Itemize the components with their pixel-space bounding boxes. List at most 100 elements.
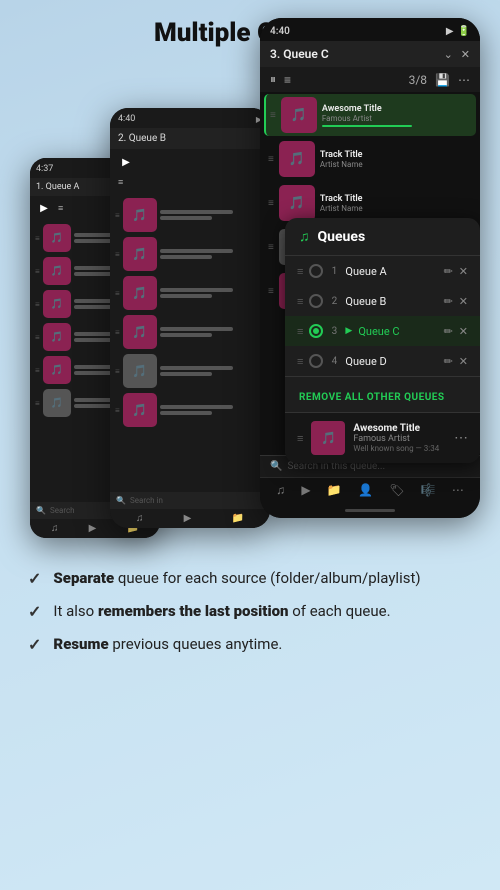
- feature-text-1: Separate queue for each source (folder/a…: [53, 568, 420, 589]
- pause-button[interactable]: ⏸: [270, 72, 276, 87]
- queue-icon-nav[interactable]: ♫: [276, 483, 285, 497]
- track-thumb: 🎵: [43, 257, 71, 285]
- track-artist: Artist Name: [320, 160, 472, 169]
- drag-icon: ≡: [268, 154, 274, 165]
- folder-icon-nav[interactable]: 📁: [327, 483, 342, 497]
- search-text-p2: Search in: [130, 496, 163, 505]
- queue-name-1: Queue A: [345, 265, 437, 278]
- now-playing-thumb: 🎵: [311, 421, 345, 455]
- p3-top-bar: 4:40 ▶ 🔋: [260, 18, 480, 41]
- list-icon-p1: ≡: [58, 203, 63, 214]
- queues-popup-header: ♫ Queues: [285, 218, 480, 256]
- track-thumb: 🎵: [43, 224, 71, 252]
- track-row: ≡ 🎵: [112, 391, 268, 429]
- track-row: ≡ 🎵: [112, 274, 268, 312]
- queue-name-4: Queue D: [345, 355, 437, 368]
- queue-radio-1[interactable]: [309, 264, 323, 278]
- track-thumb: 🎵: [43, 389, 71, 417]
- tag-icon-nav[interactable]: 🏷: [389, 483, 404, 497]
- track-thumb: 🎵: [123, 198, 157, 232]
- track-artist: Famous Artist: [322, 114, 472, 123]
- folder-nav-icon[interactable]: 📁: [231, 513, 243, 524]
- drag-icon: ≡: [115, 250, 120, 259]
- drag-icon: ≡: [268, 286, 274, 297]
- check-icon-3: ✓: [28, 635, 41, 654]
- track-thumb: 🎵: [123, 354, 157, 388]
- track-row: ≡ 🎵 Track Title Artist Name: [264, 138, 476, 180]
- phone3-queue-name: 3. Queue C: [270, 47, 329, 61]
- edit-icon-2[interactable]: ✏: [444, 295, 453, 308]
- track-thumb: 🎵: [279, 141, 315, 177]
- track-thumb: 🎵: [123, 315, 157, 349]
- queue-radio-4[interactable]: [309, 354, 323, 368]
- drag-icon: ≡: [115, 406, 120, 415]
- search-bar-p2[interactable]: 🔍 Search in: [110, 492, 270, 509]
- person-icon-nav[interactable]: 👤: [358, 483, 373, 497]
- drag-icon: ≡: [297, 295, 303, 308]
- more-options-icon[interactable]: ⋯: [454, 430, 468, 446]
- remove-icon-2[interactable]: ✕: [459, 295, 468, 308]
- search-icon-p1: 🔍: [36, 506, 46, 515]
- edit-icon-4[interactable]: ✏: [444, 355, 453, 368]
- search-icon-p2: 🔍: [116, 496, 126, 505]
- remove-icon-4[interactable]: ✕: [459, 355, 468, 368]
- track-title: Track Title: [320, 150, 472, 160]
- phone1-queue-label: 1. Queue A: [36, 182, 79, 192]
- drag-icon: ≡: [35, 333, 40, 342]
- play-button-p1[interactable]: ▶: [36, 200, 52, 216]
- dropdown-icon[interactable]: ⌄: [444, 48, 453, 61]
- more-icon[interactable]: ⋯: [458, 73, 470, 87]
- drag-icon: ≡: [297, 432, 303, 445]
- queue-name-3: Queue C: [358, 325, 437, 338]
- play-icon-nav[interactable]: ▶: [301, 483, 310, 497]
- phone-2: 4:40 ▶ 2. Queue B ▶ ≡ ≡ 🎵 ≡ 🎵: [110, 108, 270, 528]
- remove-icon-3[interactable]: ✕: [459, 325, 468, 338]
- phone2-queue-label: 2. Queue B: [118, 133, 166, 144]
- save-icon[interactable]: 💾: [435, 73, 450, 87]
- queue-item-3[interactable]: ≡ 3 ▶ Queue C ✏ ✕: [285, 316, 480, 346]
- track-count: 3/8: [299, 73, 427, 87]
- edit-icon-3[interactable]: ✏: [444, 325, 453, 338]
- remove-all-button[interactable]: REMOVE ALL OTHER QUEUES: [285, 376, 480, 413]
- play-nav-icon[interactable]: ▶: [89, 523, 97, 534]
- queue-item-4[interactable]: ≡ 4 Queue D ✏ ✕: [285, 346, 480, 376]
- battery-icon: 🔋: [458, 26, 470, 37]
- music-icon-nav[interactable]: 🎼: [421, 483, 436, 497]
- drag-icon: ≡: [270, 110, 276, 121]
- track-artist: Artist Name: [320, 204, 472, 213]
- queue-radio-3[interactable]: [309, 324, 323, 338]
- playing-icon: ▶: [345, 326, 352, 336]
- close-icon[interactable]: ✕: [461, 48, 470, 61]
- queue-num-4: 4: [329, 356, 339, 367]
- queue-nav-icon[interactable]: ♫: [51, 523, 59, 534]
- track-title: Awesome Title: [322, 104, 472, 114]
- edit-icon-1[interactable]: ✏: [444, 265, 453, 278]
- queue-nav-icon[interactable]: ♫: [136, 513, 144, 524]
- queue-radio-2[interactable]: [309, 294, 323, 308]
- drag-icon: ≡: [35, 300, 40, 309]
- queue-num-3: 3: [329, 326, 339, 337]
- p3-queue-bar: 3. Queue C ⌄ ✕: [260, 41, 480, 67]
- queue-item-2[interactable]: ≡ 2 Queue B ✏ ✕: [285, 286, 480, 316]
- remove-icon-1[interactable]: ✕: [459, 265, 468, 278]
- play-nav-icon[interactable]: ▶: [184, 513, 192, 524]
- queue-item-1[interactable]: ≡ 1 Queue A ✏ ✕: [285, 256, 480, 286]
- check-icon-1: ✓: [28, 569, 41, 588]
- track-thumb: 🎵: [43, 356, 71, 384]
- track-thumb: 🎵: [123, 237, 157, 271]
- more-icon-nav[interactable]: ⋯: [452, 483, 464, 497]
- track-thumb: 🎵: [43, 323, 71, 351]
- play-button-p2[interactable]: ▶: [118, 154, 134, 170]
- now-playing-row: ≡ 🎵 Awesome Title Famous Artist Well kno…: [285, 413, 480, 463]
- drag-icon: ≡: [115, 211, 120, 220]
- feature-text-3: Resume previous queues anytime.: [53, 634, 282, 655]
- track-thumb-active: 🎵: [281, 97, 317, 133]
- sort-icon[interactable]: ≡: [284, 73, 291, 87]
- home-indicator: [260, 502, 480, 518]
- drag-icon: ≡: [115, 328, 120, 337]
- phone2-time: 4:40: [118, 114, 135, 124]
- drag-icon: ≡: [115, 367, 120, 376]
- track-thumb: 🎵: [43, 290, 71, 318]
- phone3-time: 4:40: [270, 26, 290, 37]
- now-playing-artist: Famous Artist: [353, 434, 446, 444]
